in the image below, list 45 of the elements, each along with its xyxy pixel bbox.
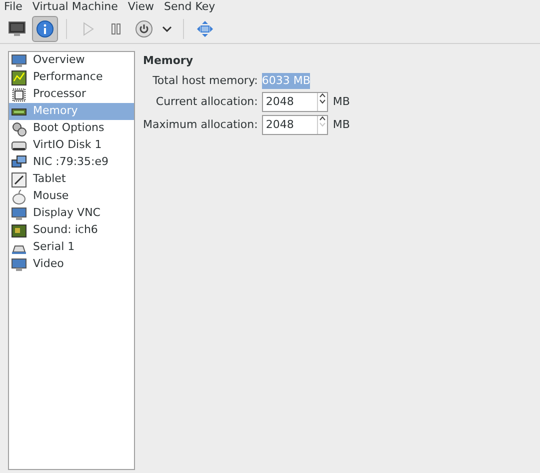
menu-item[interactable]: View <box>128 0 154 14</box>
spin-up-icon[interactable] <box>318 116 326 121</box>
gears-icon <box>11 120 27 136</box>
chart-icon <box>11 70 27 86</box>
caret-icon <box>162 26 172 32</box>
device-item[interactable]: VirtIO Disk 1 <box>9 137 134 154</box>
host-memory-value: 6033 MB <box>262 72 310 89</box>
device-item[interactable]: Mouse <box>9 188 134 205</box>
device-item[interactable]: Processor <box>9 86 134 103</box>
spin-up-icon[interactable] <box>318 93 326 98</box>
device-item[interactable]: Overview <box>9 52 134 69</box>
spin-field[interactable]: 2048 <box>262 115 328 135</box>
sound-card-icon <box>11 222 27 238</box>
device-item[interactable]: Tablet <box>9 171 134 188</box>
field-label: Maximum allocation: <box>143 116 259 133</box>
network-icon <box>11 154 27 170</box>
unit-label: MB <box>332 116 350 133</box>
power-icon <box>135 20 153 38</box>
info-icon <box>36 20 54 38</box>
device-item[interactable]: Sound: ich6 <box>9 222 134 239</box>
device-item[interactable]: Video <box>9 256 134 273</box>
spin-down-icon[interactable] <box>318 99 326 104</box>
pause-icon <box>111 22 121 34</box>
mouse-icon <box>11 188 27 204</box>
field-label: Total host memory: <box>152 72 259 88</box>
device-item[interactable]: Display VNC <box>9 205 134 222</box>
tablet-icon <box>11 172 27 188</box>
menu-item[interactable]: File <box>4 0 22 14</box>
monitor-icon <box>11 256 27 272</box>
unit-label: MB <box>332 94 350 110</box>
field-label: Current allocation: <box>154 94 259 110</box>
menu-item[interactable]: Virtual Machine <box>32 0 118 14</box>
monitor-icon <box>8 20 26 36</box>
section-title: Memory <box>143 53 194 69</box>
device-item[interactable]: NIC :79:35:e9 <box>9 154 134 171</box>
device-item[interactable]: Performance <box>9 69 134 86</box>
monitor-icon <box>11 206 27 222</box>
play-icon <box>82 22 94 36</box>
device-item[interactable]: Boot Options <box>9 120 134 137</box>
info-button[interactable] <box>32 16 58 42</box>
menu-item[interactable]: Send Key <box>164 0 216 14</box>
device-item[interactable]: Serial 1 <box>9 239 134 256</box>
move-icon <box>196 20 214 38</box>
chip-icon <box>11 86 27 102</box>
spin-field[interactable]: 2048 <box>262 92 328 112</box>
